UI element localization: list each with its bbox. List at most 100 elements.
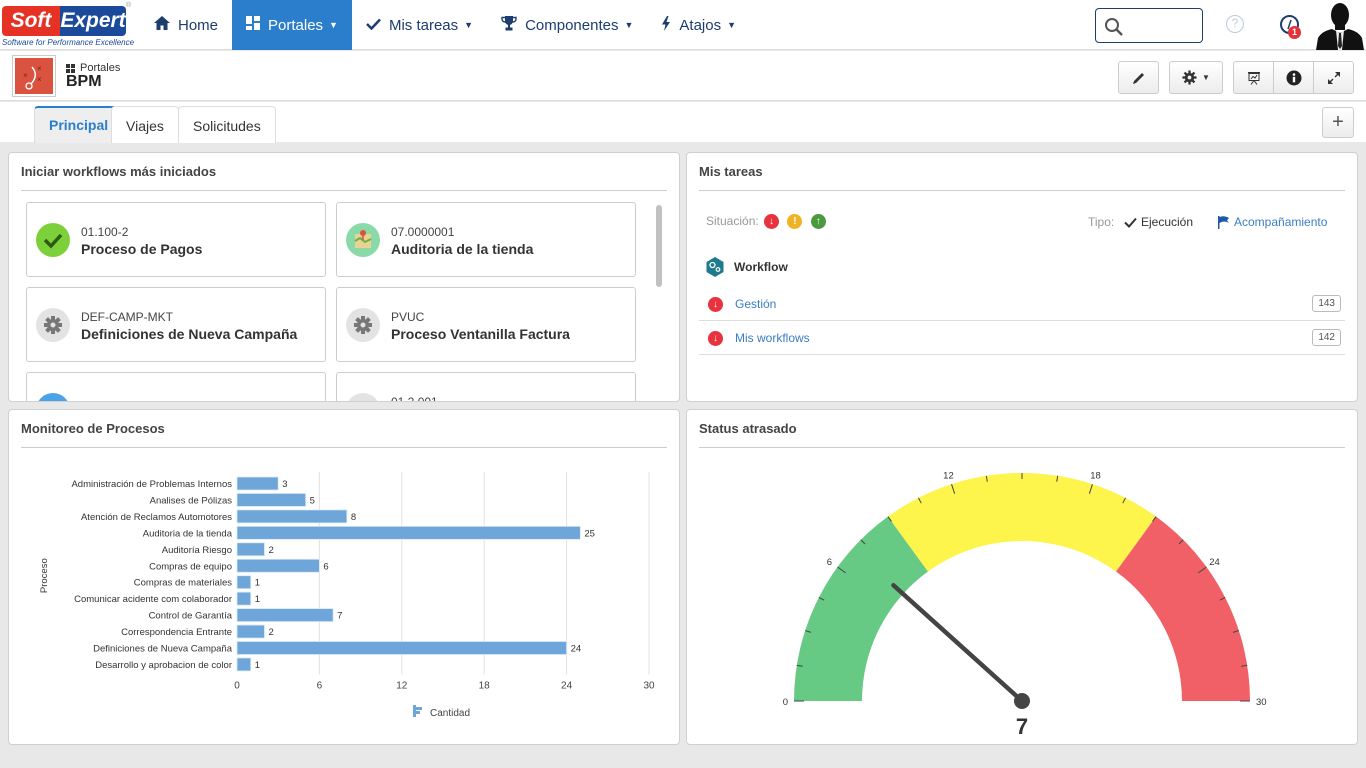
bar-value-label: 24 [571,644,582,655]
gauge-pivot [1014,693,1030,709]
x-tick-label: 18 [479,680,491,691]
situacion-label: Situación: [706,214,759,228]
bar-value-label: 25 [584,528,595,539]
check-circle-icon [36,223,70,257]
notification-badge: 1 [1288,26,1301,39]
gear-icon [36,308,70,342]
acompanamiento-filter[interactable]: Acompañamiento [1218,215,1327,229]
bar [236,542,265,557]
workflow-name: Definiciones de Nueva Campaña [81,326,298,342]
task-row-mis-workflows[interactable]: ↓ Mis workflows 142 [699,322,1345,355]
presentation-icon [1247,71,1260,85]
status-gauge-chart: 0 6 12 18 24 30 7 [783,471,1267,739]
portal-icon: × × × [12,55,56,97]
map-icon [346,223,380,257]
bar-value-label: 7 [337,611,342,622]
late-status-icon[interactable]: ↓ [764,214,780,230]
gauge-tick-label: 12 [943,471,954,482]
nav-componentes-label: Componentes [525,16,619,34]
bar [236,525,581,540]
ejecucion-label: Ejecución [1141,215,1194,229]
settings-button[interactable]: ▼ [1169,61,1223,94]
y-category-label: Control de Garantía [149,611,233,622]
x-tick-label: 6 [317,680,323,691]
edit-button[interactable] [1118,61,1159,94]
nav-mis-tareas[interactable]: Mis tareas ▼ [352,0,487,50]
nav-atajos[interactable]: Atajos ▼ [647,0,750,50]
workflow-hex-icon [706,257,724,282]
nav-home[interactable]: Home [140,0,232,50]
workflow-card[interactable]: DEF-CAMP-MKT Definiciones de Nueva Campa… [26,287,326,362]
workflow-card[interactable]: 01.2.001 [336,372,636,401]
x-tick-label: 0 [234,680,240,691]
panel-title: Mis tareas [699,164,763,179]
bar-value-label: 2 [268,545,273,556]
workflow-card[interactable]: 01.100-2 Proceso de Pagos [26,202,326,277]
y-category-label: Definiciones de Nueva Campaña [93,644,233,655]
bar-value-label: 5 [310,495,315,506]
tab-viajes[interactable]: Viajes [111,106,179,143]
nav-home-label: Home [178,16,219,34]
logo-tagline: Software for Performance Excellence [2,38,135,47]
check-icon [366,17,381,34]
workflow-card[interactable]: PVUC Proceso Ventanilla Factura [336,287,636,362]
workflow-name: Proceso de Pagos [81,241,203,257]
gear-icon [346,393,380,401]
help-icon[interactable]: ? [1226,15,1244,33]
task-row-label[interactable]: Mis workflows [735,331,810,345]
x-tick-label: 30 [643,680,655,691]
info-button[interactable] [1273,61,1314,94]
tab-principal[interactable]: Principal [34,106,124,143]
task-count-badge: 142 [1312,329,1341,346]
gauge-band [794,516,928,701]
svg-text:×: × [37,75,42,84]
ontime-status-icon[interactable]: ↑ [810,214,826,230]
task-row-label[interactable]: Gestión [735,297,776,311]
portal-grid-icon [66,63,75,73]
bar-value-label: 1 [255,578,260,589]
flag-icon [1218,215,1229,229]
y-axis-label: Proceso [39,558,50,593]
fullscreen-button[interactable] [1313,61,1354,94]
workflow-card[interactable]: 07.0000001 Auditoria de la tienda [336,202,636,277]
workflow-code: 07.0000001 [391,225,455,239]
presentation-button[interactable] [1233,61,1274,94]
bar-value-label: 2 [268,627,273,638]
y-category-label: Compras de equipo [149,561,232,572]
ejecucion-filter[interactable]: Ejecución [1124,215,1193,229]
legend-icon [416,707,422,710]
workflow-card[interactable] [26,372,326,401]
gauge-tick-label: 6 [827,557,832,568]
portal-header: × × × Portales BPM ▼ [0,51,1366,101]
bar [236,591,252,606]
task-row-gestion[interactable]: ↓ Gestión 143 [699,288,1345,321]
x-tick-label: 24 [561,680,573,691]
y-category-label: Desarrollo y aprobacion de color [95,660,232,671]
nav-portales[interactable]: Portales ▼ [232,0,352,50]
pencil-icon [1132,72,1144,84]
nav-componentes[interactable]: Componentes ▼ [487,0,647,50]
top-navbar: Soft Expert ® Software for Performance E… [0,0,1366,50]
add-tab-button[interactable]: + [1322,107,1354,138]
nav-atajos-label: Atajos [679,16,722,34]
bar [236,641,568,655]
logo-soft: Soft [2,6,60,36]
bar [236,558,320,573]
late-status-icon: ↓ [708,331,723,346]
user-avatar[interactable] [1314,0,1366,50]
bar-value-label: 1 [255,594,260,605]
info-icon [1286,70,1301,85]
search-icon [1105,18,1123,36]
bar [236,493,307,507]
scrollbar[interactable] [656,205,662,287]
bar [236,509,348,524]
chevron-down-icon: ▼ [1202,73,1210,82]
warning-status-icon[interactable]: ! [787,214,803,230]
gauge-tick-label: 30 [1256,697,1267,708]
softexpert-logo[interactable]: Soft Expert ® Software for Performance E… [0,2,134,48]
panel-title: Iniciar workflows más iniciados [21,164,217,179]
tab-solicitudes[interactable]: Solicitudes [178,106,276,143]
search-input[interactable] [1095,8,1203,43]
situacion-filter: Situación: ↓ ! ↑ [706,214,826,230]
gear-icon [346,308,380,342]
